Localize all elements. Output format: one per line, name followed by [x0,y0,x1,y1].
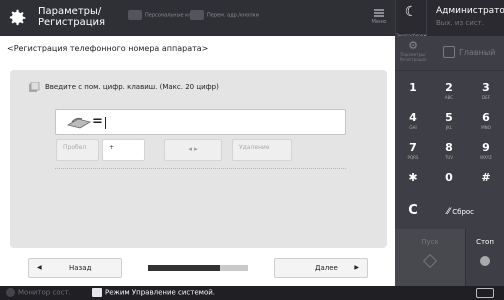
stop-button[interactable]: Стоп [465,229,504,286]
key-letters: GHI [409,125,417,130]
start-button[interactable]: Пуск [395,229,465,286]
status-monitor-button[interactable]: Монитор сост. [6,288,71,297]
key-digit: 7 [409,141,417,154]
key-letters: TUV [444,155,454,160]
divider [55,168,346,169]
stop-icon [480,256,490,266]
top-bar: Параметры/ Регистрация Персональные кноп… [0,0,395,36]
key-digit: 9 [482,141,490,154]
instruction-text: Введите с пом. цифр. клавиш. (Макс. 20 ц… [45,83,219,91]
phone-number-field[interactable]: = [55,109,346,135]
start-icon [422,253,438,269]
text-caret [105,117,106,129]
key-digit: 0 [445,171,453,184]
keypad-key[interactable]: 1 [395,76,431,106]
shared-buttons-icon [190,10,204,20]
next-label: Далее [315,264,338,272]
home-label: Главный [459,48,496,57]
start-label: Пуск [421,238,439,246]
screen-title: <Регистрация телефонного номера аппарата… [7,44,209,53]
key-digit: 1 [409,81,417,94]
key-letters: ABC [444,95,454,100]
key-letters: DEF [482,95,490,100]
card-icon [476,288,494,298]
home-button[interactable]: Главный [433,36,504,70]
keypad-hint-icon [29,82,40,92]
logout-button[interactable]: Вых. из сист. [436,19,504,27]
key-letters: JKL [445,125,453,130]
cursor-arrow-keys[interactable]: ◂ ▸ [164,139,222,161]
menu-button[interactable]: Меню [366,9,392,33]
keypad-key[interactable]: 9 WXYZ [468,136,504,166]
back-label: Назад [69,264,92,272]
back-button[interactable]: ◀ Назад [28,258,122,278]
key-letters: WXYZ [480,155,492,160]
admin-name: Администратор [436,6,504,16]
keypad-key[interactable]: 4 GHI [395,106,431,136]
keypad-key[interactable]: 0 [431,166,467,196]
reset-icon: ⁄⁄ [447,207,451,217]
main-panel: <Регистрация телефонного номера аппарата… [0,36,395,286]
key-digit: ✱ [408,171,418,184]
divider [395,70,504,71]
menu-label: Меню [371,19,387,25]
progress-bar [148,265,248,271]
key-digit: # [481,171,491,184]
home-icon [443,46,455,58]
personal-buttons-icon [128,10,142,20]
key-digit: 3 [482,81,490,94]
plus-key[interactable]: + [102,139,145,161]
id-icon [92,288,102,297]
gear-icon [9,9,26,26]
arrow-left-icon: ◀ [37,264,42,271]
settings-mini-label: Параметры/ Регистрация [399,52,427,62]
keypad-key[interactable]: ✱ [395,166,431,196]
sys-mode-text: Режим Управление системой. [105,288,215,297]
keypad-key[interactable]: 5 JKL [431,106,467,136]
reset-key[interactable]: ⁄⁄ Сброс [431,196,504,226]
clear-label: C [408,203,418,218]
keypad-key[interactable]: 2 ABC [431,76,467,106]
key-digit: 5 [445,111,453,124]
app-title: Параметры/ Регистрация [38,6,118,28]
arrow-right-icon: ▶ [354,264,359,271]
key-digit: 2 [445,81,453,94]
pause-key[interactable]: Пробел [56,139,99,161]
tab-shared-buttons[interactable]: Перем. адр./кнопки [190,10,259,20]
moon-icon: ☾ [404,4,418,20]
key-letters: MNO [481,125,491,130]
keypad-panel: ⚙ Параметры/ Регистрация Главный 1 2 ABC 3 D… [395,36,504,286]
tab-shared-label: Перем. адр./кнопки [207,12,259,19]
reset-label: Сброс [452,208,475,216]
keypad-key[interactable]: 6 MNO [468,106,504,136]
key-letters: PQRS [407,155,419,160]
keypad-key[interactable]: 3 DEF [468,76,504,106]
menu-icon [374,9,384,17]
energy-saver-button[interactable]: ☾ Энергосбережение [396,0,437,38]
status-monitor-icon [6,288,15,297]
title-line-1: Параметры/ [38,6,102,17]
admin-login-box[interactable]: Администратор Вых. из сист. [427,0,504,36]
progress-fill [148,265,220,271]
delete-key[interactable]: Удаление [232,139,292,161]
status-bar: Монитор сост. Режим Управление системой. [0,286,504,300]
keypad-key[interactable]: 7 PQRS [395,136,431,166]
keypad-key[interactable]: # [468,166,504,196]
key-digit: 4 [409,111,417,124]
next-button[interactable]: Далее ▶ [274,258,368,278]
stop-label: Стоп [476,238,494,246]
input-area: Введите с пом. цифр. клавиш. (Макс. 20 ц… [10,70,387,248]
system-mode-indicator: Режим Управление системой. [92,288,215,297]
key-digit: 8 [445,141,453,154]
key-digit: 6 [482,111,490,124]
gear-icon: ⚙ [408,39,418,52]
equals-sign: = [92,114,103,129]
settings-registration-button[interactable]: ⚙ Параметры/ Регистрация [395,36,431,70]
clear-key[interactable]: C [395,196,431,226]
title-line-2: Регистрация [38,17,106,28]
monitor-label: Монитор сост. [18,288,71,297]
fax-phone-icon [66,117,92,129]
keypad-key[interactable]: 8 TUV [431,136,467,166]
